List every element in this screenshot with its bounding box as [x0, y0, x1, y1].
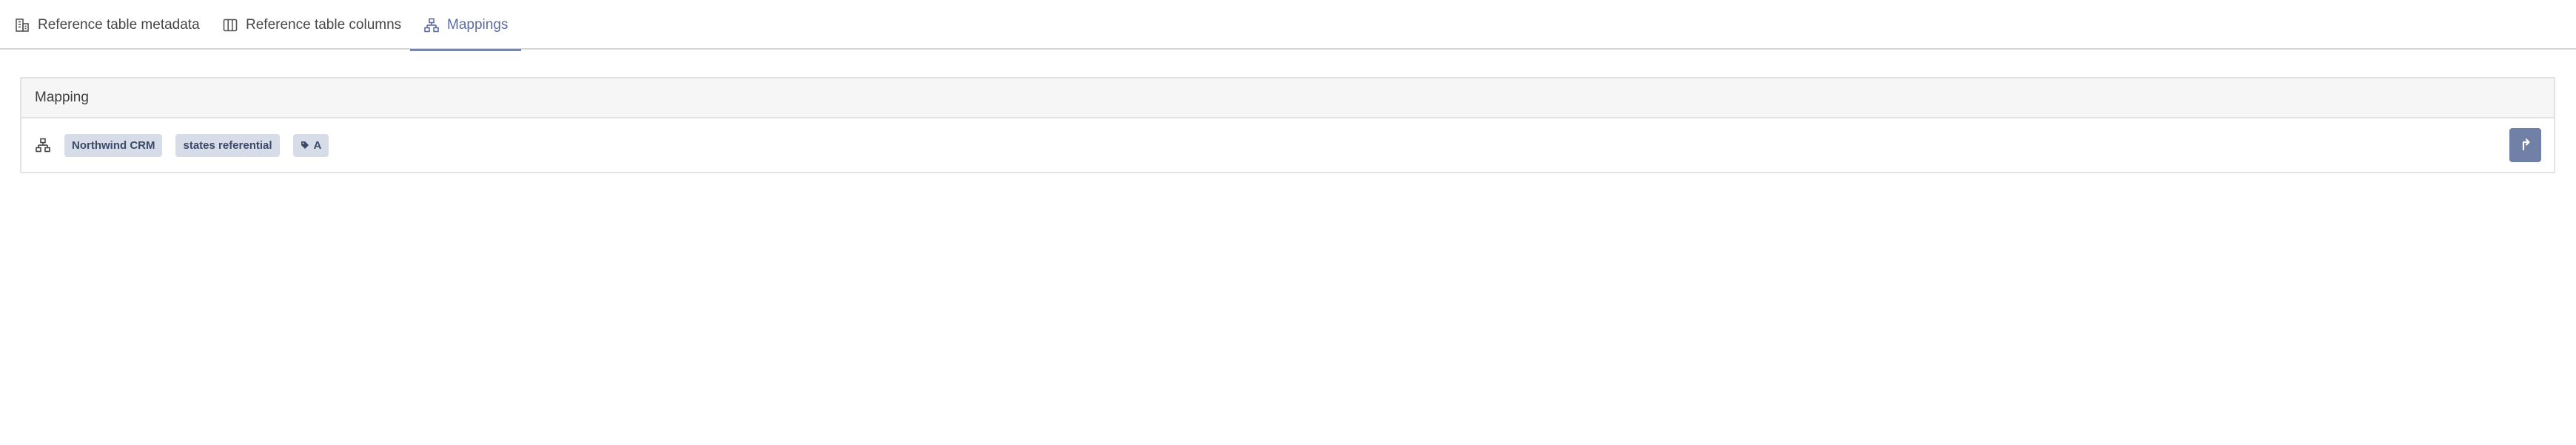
tab-reference-table-columns[interactable]: Reference table columns	[222, 0, 401, 50]
tab-label: Reference table metadata	[38, 16, 200, 33]
open-mapping-button[interactable]	[2509, 128, 2541, 162]
building-icon	[14, 17, 30, 33]
mapping-row: Northwind CRM states referential A	[21, 118, 2554, 172]
tab-mappings[interactable]: Mappings	[409, 0, 522, 51]
referential-badge: states referential	[175, 133, 280, 157]
source-badge: Northwind CRM	[64, 133, 163, 157]
tag-icon	[301, 141, 309, 150]
mapping-panel: Mapping Northwind CRM states referential	[20, 77, 2555, 173]
external-link-icon	[2519, 137, 2532, 154]
tab-bar: Reference table metadata Reference table…	[0, 0, 2576, 51]
tab-label: Mappings	[447, 16, 509, 33]
panel-header: Mapping	[21, 78, 2554, 118]
tag-label: A	[313, 138, 322, 152]
sitemap-icon	[35, 137, 51, 153]
tab-reference-table-metadata[interactable]: Reference table metadata	[14, 0, 200, 50]
sitemap-icon	[423, 17, 440, 33]
columns-icon	[222, 17, 238, 33]
tab-label: Reference table columns	[246, 16, 402, 33]
tag-badge: A	[292, 133, 329, 157]
